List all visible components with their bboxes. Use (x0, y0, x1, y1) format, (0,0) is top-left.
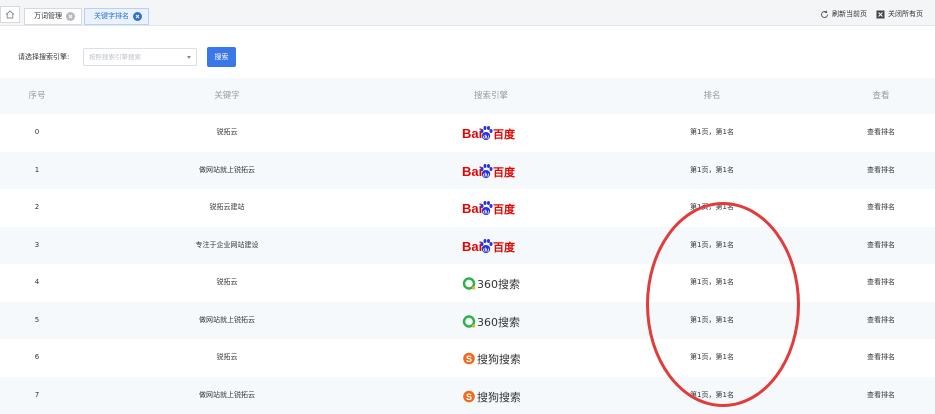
row-keyword: 锐拓云建站 (209, 203, 245, 211)
search-button[interactable]: 搜索 (207, 47, 236, 67)
engine-select-placeholder: 按照搜索引擎搜索 (89, 53, 141, 61)
tab-label: 关键字排名 (94, 12, 129, 20)
chevron-down-icon (187, 56, 191, 59)
row-rank: 第1页，第1名 (690, 128, 734, 136)
svg-text:du: du (483, 135, 489, 141)
svg-text:S: S (466, 354, 472, 364)
svg-text:Bai: Bai (462, 126, 482, 141)
row-keyword: 做网站就上锐拓云 (199, 165, 255, 174)
view-ranking-link[interactable]: 查看排名 (867, 377, 895, 414)
tab-word-management[interactable]: 万词管理 (24, 8, 82, 25)
view-ranking-link[interactable]: 查看排名 (867, 339, 895, 376)
close-all-icon (876, 10, 885, 18)
column-header-view: 查看 (872, 91, 890, 101)
row-index: 0 (34, 128, 40, 136)
column-header-rank: 排名 (703, 91, 721, 101)
svg-text:Bai: Bai (462, 239, 482, 254)
row-index: 2 (34, 203, 40, 211)
tab-label: 万词管理 (34, 12, 62, 20)
svg-text:Bai: Bai (462, 201, 482, 216)
svg-text:百度: 百度 (493, 127, 516, 141)
svg-text:百度: 百度 (493, 165, 516, 179)
baidu-logo: Bai du 百度 (462, 123, 520, 143)
row-rank: 第1页，第1名 (690, 278, 734, 286)
svg-text:360搜索: 360搜索 (477, 315, 520, 329)
svg-text:搜狗搜索: 搜狗搜索 (477, 352, 520, 366)
refresh-page-button[interactable]: 刷新当前页 (820, 8, 867, 20)
row-index: 6 (34, 353, 40, 361)
svg-text:百度: 百度 (493, 240, 516, 254)
row-index: 1 (34, 165, 40, 174)
svg-text:S: S (466, 392, 472, 402)
table-row: 4 锐拓云 360搜索 第1页，第1名 查看排名 (0, 264, 935, 301)
row-rank: 第1页，第1名 (690, 203, 734, 211)
home-icon (5, 10, 15, 19)
view-ranking-link[interactable]: 查看排名 (867, 152, 895, 189)
close-icon[interactable] (133, 12, 142, 21)
view-ranking-link[interactable]: 查看排名 (867, 114, 895, 151)
row-rank: 第1页，第1名 (690, 240, 734, 249)
svg-text:百度: 百度 (493, 202, 516, 216)
view-ranking-link[interactable]: 查看排名 (867, 227, 895, 264)
tab-keyword-ranking[interactable]: 关键字排名 (84, 8, 149, 25)
close-icon[interactable] (66, 12, 75, 21)
table-row: 3 专注于企业网站建设 Bai du 百度 第1页，第1名 查看排名 (0, 226, 935, 264)
baidu-logo: Bai du 百度 (462, 198, 520, 218)
table-row: 5 做网站就上锐拓云 360搜索 第1页，第1名 查看排名 (0, 301, 935, 339)
table-row: 6 锐拓云 S 搜狗搜索 第1页，第1名 查看排名 (0, 339, 935, 376)
refresh-page-label: 刷新当前页 (832, 10, 867, 18)
tab-bar: 万词管理 关键字排名 刷新当前页 关闭所有页 (0, 0, 935, 26)
column-header-keyword: 关键字 (214, 91, 240, 101)
360-search-logo: 360搜索 (462, 273, 520, 293)
svg-text:du: du (483, 247, 489, 253)
row-keyword: 做网站就上锐拓云 (199, 390, 255, 399)
row-keyword: 专注于企业网站建设 (195, 240, 259, 249)
column-header-engine: 搜索引擎 (473, 91, 509, 101)
row-index: 5 (34, 315, 40, 324)
view-ranking-link[interactable]: 查看排名 (867, 302, 895, 339)
row-rank: 第1页，第1名 (690, 353, 734, 361)
sogou-search-logo: S 搜狗搜索 (462, 348, 521, 368)
row-rank: 第1页，第1名 (690, 390, 734, 399)
baidu-logo: Bai du 百度 (462, 236, 520, 256)
svg-text:Bai: Bai (462, 164, 482, 179)
home-button[interactable] (0, 6, 20, 23)
column-header-index: 序号 (28, 91, 46, 101)
360-search-logo: 360搜索 (462, 311, 520, 331)
svg-text:360搜索: 360搜索 (477, 277, 520, 291)
view-ranking-link[interactable]: 查看排名 (867, 264, 895, 301)
table-row: 1 做网站就上锐拓云 Bai du 百度 第1页，第1名 查看排名 (0, 151, 935, 189)
svg-text:du: du (483, 210, 489, 216)
refresh-icon (821, 10, 828, 18)
table-row: 7 做网站就上锐拓云 S 搜狗搜索 第1页，第1名 查看排名 (0, 376, 935, 414)
engine-filter-label: 请选择搜索引擎: (18, 53, 70, 61)
engine-select[interactable]: 按照搜索引擎搜索 (83, 48, 197, 66)
table-header: 序号 关键字 搜索引擎 排名 查看 (0, 78, 935, 114)
row-keyword: 锐拓云 (216, 278, 238, 286)
view-ranking-link[interactable]: 查看排名 (867, 189, 895, 226)
table-row: 0 锐拓云 Bai du 百度 第1页，第1名 查看排名 (0, 114, 935, 151)
row-rank: 第1页，第1名 (690, 165, 734, 174)
row-keyword: 锐拓云 (216, 353, 238, 361)
baidu-logo: Bai du 百度 (462, 161, 520, 181)
row-index: 7 (34, 390, 40, 399)
table-row: 2 锐拓云建站 Bai du 百度 第1页，第1名 查看排名 (0, 189, 935, 226)
row-rank: 第1页，第1名 (690, 315, 734, 324)
sogou-search-logo: S 搜狗搜索 (462, 386, 521, 406)
svg-text:du: du (483, 172, 489, 178)
row-index: 4 (34, 278, 40, 286)
svg-text:搜狗搜索: 搜狗搜索 (477, 390, 520, 404)
row-keyword: 做网站就上锐拓云 (199, 315, 255, 324)
close-all-pages-button[interactable]: 关闭所有页 (876, 8, 923, 20)
close-all-pages-label: 关闭所有页 (888, 10, 923, 18)
row-keyword: 锐拓云 (216, 128, 238, 136)
row-index: 3 (34, 240, 40, 249)
